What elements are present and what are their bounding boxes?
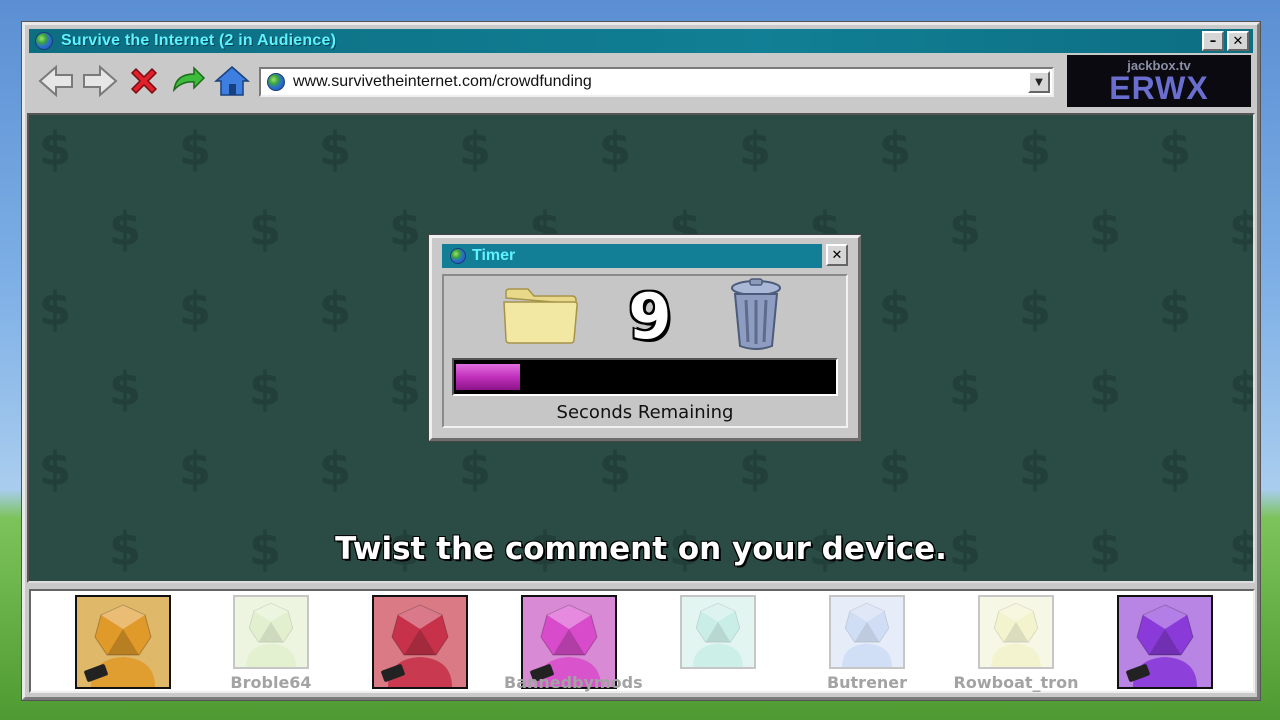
dollar-sign-icon: $ [599,442,631,496]
player-bar: Broble64 Bannedbymods Butrener Rowboat_t… [29,589,1255,693]
dollar-sign-icon: $ [1159,442,1191,496]
browser-window: Survive the Internet (2 in Audience) – ✕ [22,22,1260,700]
instruction-text: Twist the comment on your device. [335,531,947,567]
dollar-sign-icon: $ [1159,122,1191,176]
player-name: Bannedbymods [504,673,643,692]
folder-icon [502,286,580,350]
dollar-sign-icon: $ [879,442,911,496]
globe-icon [267,73,285,91]
dollar-sign-icon: $ [39,122,71,176]
globe-icon [450,248,466,264]
stop-x-icon[interactable] [125,62,163,100]
dollar-sign-icon: $ [1089,362,1121,416]
player-slot [1100,595,1230,691]
player-avatar [978,595,1054,669]
dollar-sign-icon: $ [1159,282,1191,336]
trash-can-icon [728,278,784,356]
timer-body: 9 Seconds Remaining [442,274,848,428]
player-avatar [233,595,309,669]
avatar-figure [84,604,155,687]
dollar-sign-icon: $ [319,282,351,336]
dollar-sign-icon: $ [879,282,911,336]
avatar-figure [842,602,892,667]
player-avatar [1117,595,1213,689]
url-dropdown-button[interactable]: ▼ [1028,71,1050,93]
window-controls: – ✕ [1202,31,1249,51]
dollar-sign-icon: $ [179,282,211,336]
player-name: Butrener [826,673,908,692]
timer-window: Timer ✕ 9 Seconds Remaining [429,235,861,441]
player-slot: Broble64 [206,595,336,692]
dollar-sign-icon: $ [459,122,491,176]
player-slot [355,595,485,691]
avatar-figure [246,602,296,667]
avatar-figure [381,604,452,687]
player-avatar [829,595,905,669]
timer-progress-fill [456,364,520,390]
globe-icon [35,32,53,50]
avatar-figure [1126,604,1197,687]
nav-buttons [37,62,251,100]
dollar-sign-icon: $ [599,122,631,176]
timer-title-bar: Timer [442,244,822,268]
dollar-sign-icon: $ [1229,362,1255,416]
dollar-sign-icon: $ [949,362,981,416]
timer-close-button[interactable]: ✕ [826,244,848,266]
player-avatar [680,595,756,669]
dollar-sign-icon: $ [319,442,351,496]
dollar-sign-icon: $ [879,122,911,176]
dollar-sign-icon: $ [249,362,281,416]
timer-countdown: 9 [628,280,672,353]
dollar-sign-icon: $ [459,442,491,496]
dollar-sign-icon: $ [319,122,351,176]
player-name: Rowboat_tron [953,673,1079,692]
forward-arrow-icon[interactable] [81,62,119,100]
dollar-sign-icon: $ [739,442,771,496]
avatar-figure [693,602,743,667]
dollar-sign-icon: $ [109,362,141,416]
dollar-sign-icon: $ [109,202,141,256]
avatar-figure [991,602,1041,667]
player-name: Broble64 [230,673,312,692]
dollar-sign-icon: $ [739,122,771,176]
dollar-sign-icon: $ [39,282,71,336]
player-slot: Butrener [802,595,932,692]
dollar-sign-icon: $ [949,202,981,256]
home-icon[interactable] [213,62,251,100]
dollar-sign-icon: $ [389,362,421,416]
dollar-sign-icon: $ [39,442,71,496]
window-title: Survive the Internet (2 in Audience) [61,32,337,49]
dollar-sign-icon: $ [249,202,281,256]
room-code: ERWX [1109,69,1209,106]
dollar-sign-icon: $ [1229,202,1255,256]
dollar-sign-icon: $ [1089,202,1121,256]
timer-progress-bar [452,358,838,396]
player-slot [58,595,188,691]
player-slot: Bannedbymods [504,595,643,692]
timer-title: Timer [472,247,516,264]
back-arrow-icon[interactable] [37,62,75,100]
player-avatar [372,595,468,689]
timer-caption: Seconds Remaining [556,402,734,423]
dollar-sign-icon: $ [1019,282,1051,336]
player-slot: Rowboat_tron [951,595,1081,692]
player-slot [653,595,783,691]
title-bar[interactable]: Survive the Internet (2 in Audience) – ✕ [29,29,1253,53]
url-text[interactable]: www.survivetheinternet.com/crowdfunding [293,73,592,91]
chevron-down-icon: ▼ [1035,76,1043,88]
dollar-sign-icon: $ [179,442,211,496]
address-bar[interactable]: www.survivetheinternet.com/crowdfunding … [259,67,1054,97]
close-button[interactable]: ✕ [1227,31,1249,51]
minimize-button[interactable]: – [1202,31,1224,51]
room-code-panel: jackbox.tv ERWX [1067,55,1251,107]
dollar-sign-icon: $ [1019,442,1051,496]
game-stage: $ $ $ $ $ $ $ $ $ $ $ $ $ $ $ $ $ $ $ $ $ $ $ $ $ $ $ $ $ $ $ $ $ $ $ $ $ $ $ $… [27,113,1255,583]
refresh-arrow-icon[interactable] [169,62,207,100]
browser-toolbar: www.survivetheinternet.com/crowdfunding … [29,57,1059,105]
dollar-sign-icon: $ [1019,122,1051,176]
player-avatar [75,595,171,689]
dollar-sign-icon: $ [179,122,211,176]
dollar-sign-icon: $ [389,202,421,256]
